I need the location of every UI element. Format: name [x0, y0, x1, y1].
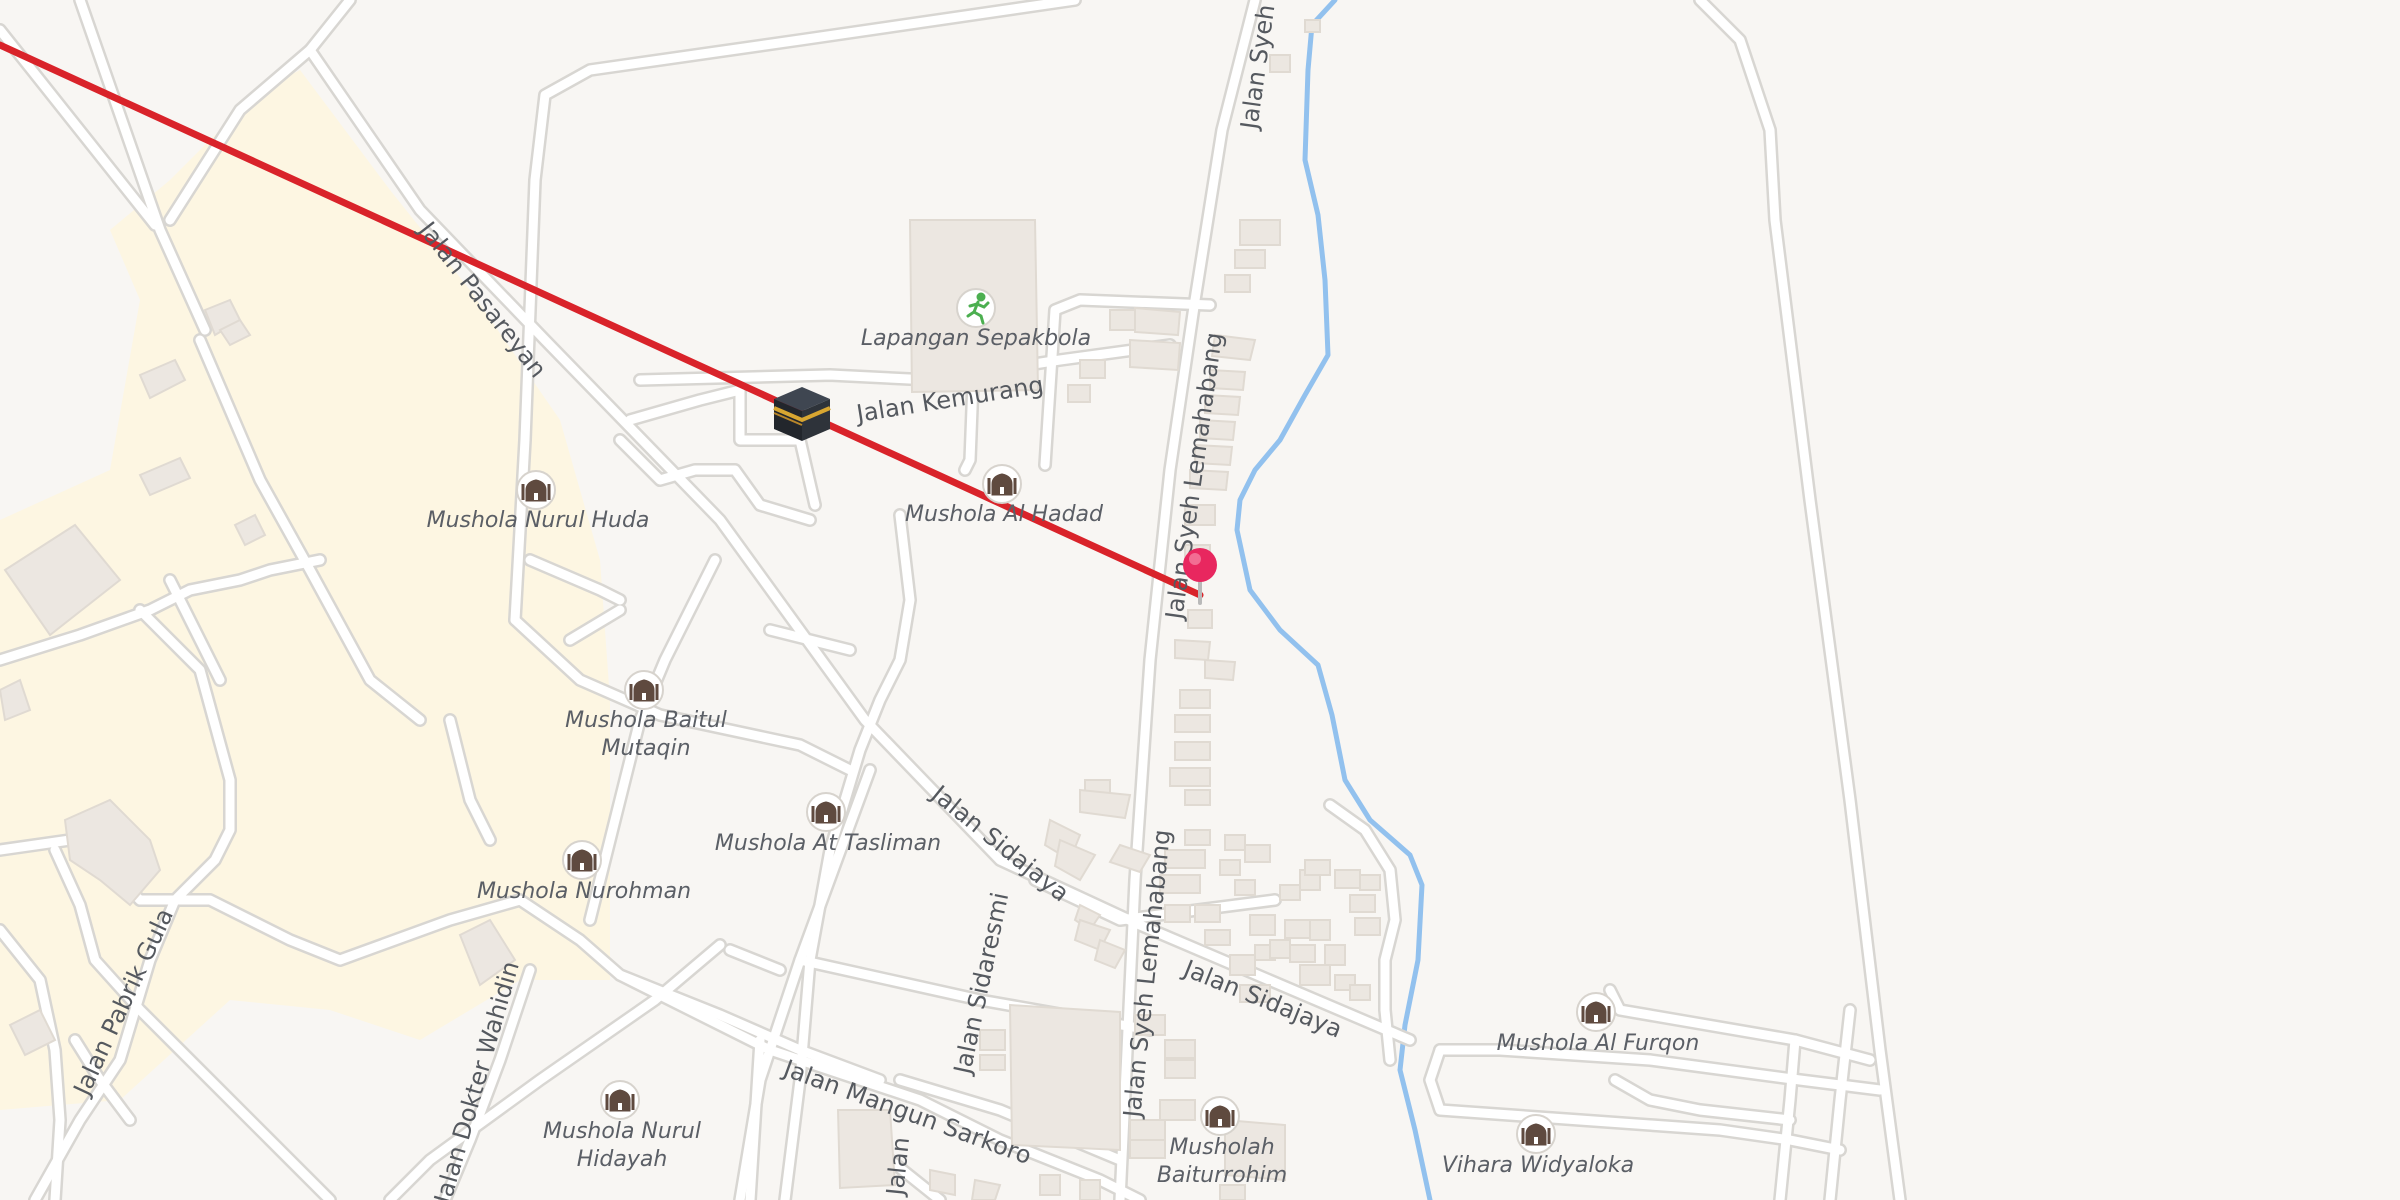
- poi-label-baitul-2: Mutaqin: [601, 736, 690, 761]
- map-canvas[interactable]: Jalan Pasareyan Jalan Kemurang Jalan Sye…: [0, 0, 2400, 1200]
- poi-label-baiturrohim-2: Baiturrohim: [1157, 1163, 1287, 1188]
- poi-label-vihara: Vihara Widyaloka: [1442, 1153, 1634, 1178]
- temple-icon: [1516, 1114, 1556, 1154]
- poi-label-nurul-hidayah-2: Hidayah: [577, 1147, 668, 1172]
- poi-label-at-tasliman: Mushola At Tasliman: [715, 831, 941, 856]
- mosque-icon: [516, 470, 556, 510]
- mosque-icon: [600, 1080, 640, 1120]
- poi-label-baitul-1: Mushola Baitul: [565, 708, 727, 733]
- poi-label-nurohman: Mushola Nurohman: [477, 879, 691, 904]
- poi-label-lapangan: Lapangan Sepakbola: [861, 326, 1091, 351]
- poi-label-nurul-huda: Mushola Nurul Huda: [427, 508, 650, 533]
- poi-label-nurul-hidayah-1: Mushola Nurul: [543, 1119, 701, 1144]
- mosque-icon: [1576, 992, 1616, 1032]
- mosque-icon: [806, 792, 846, 832]
- mosque-icon: [624, 670, 664, 710]
- mosque-icon: [562, 840, 602, 880]
- poi-label-al-furqon: Mushola Al Furqon: [1497, 1031, 1700, 1056]
- poi-label-al-hadad: Mushola Al Hadad: [905, 502, 1104, 527]
- mosque-icon: [982, 464, 1022, 504]
- poi-label-baiturrohim-1: Musholah: [1169, 1135, 1274, 1160]
- mosque-icon: [1200, 1096, 1240, 1136]
